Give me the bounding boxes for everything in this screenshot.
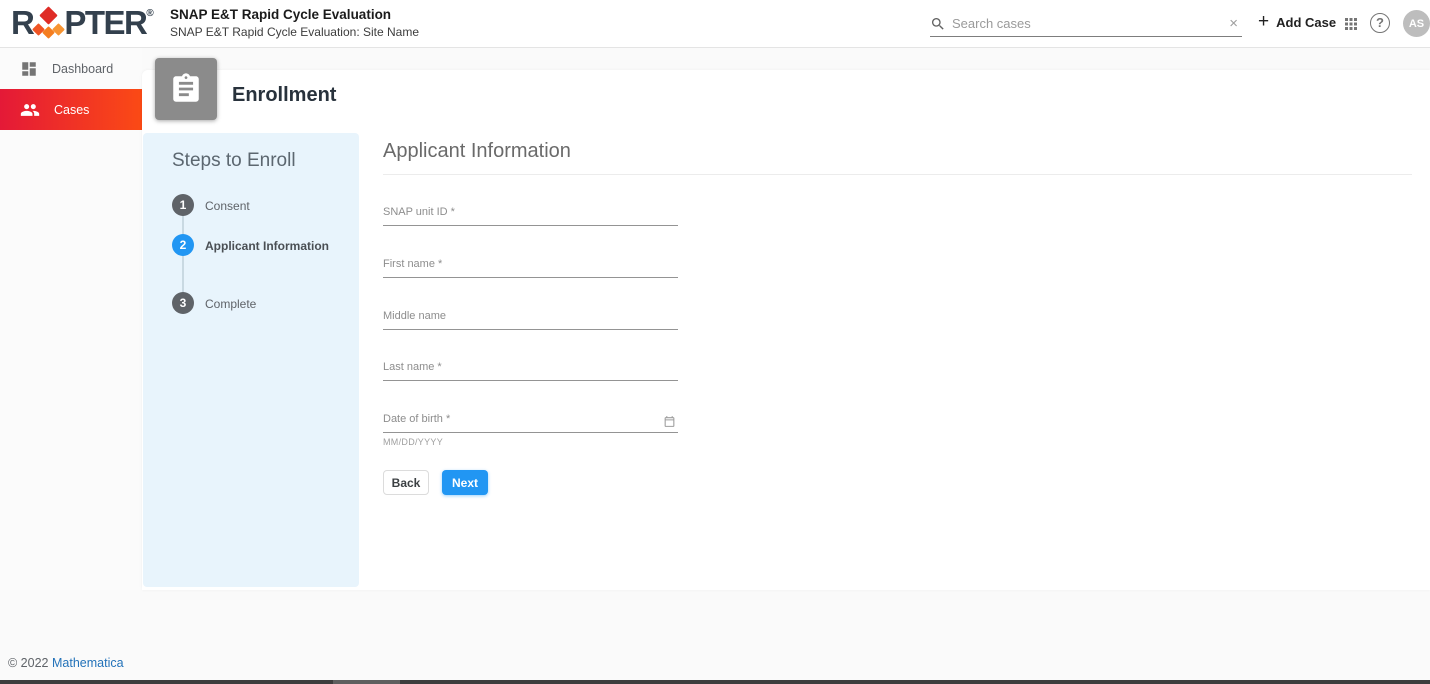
field-last-name: Last name * xyxy=(383,361,678,387)
sidebar-item-label: Cases xyxy=(54,102,90,117)
field-snap-unit-id: SNAP unit ID * xyxy=(383,206,678,232)
field-first-name: First name * xyxy=(383,258,678,284)
steps-panel-title: Steps to Enroll xyxy=(172,150,296,171)
copyright-text: © 2022 xyxy=(8,656,49,670)
search-input[interactable] xyxy=(952,16,1226,31)
step-circle-complete[interactable]: 3 xyxy=(172,292,194,314)
footer: © 2022 Mathematica xyxy=(8,656,124,670)
app-header: R PTER ® SNAP E&T Rapid Cycle Evaluation… xyxy=(0,0,1430,48)
logo-diamond-icon xyxy=(32,6,66,40)
date-format-helper: MM/DD/YYYY xyxy=(383,437,444,447)
rapter-logo[interactable]: R PTER ® xyxy=(11,6,154,40)
step-circle-consent[interactable]: 1 xyxy=(172,194,194,216)
add-case-label: Add Case xyxy=(1276,14,1337,30)
scrollbar-thumb[interactable] xyxy=(333,680,400,684)
next-button[interactable]: Next xyxy=(442,470,488,495)
page-title: Enrollment xyxy=(232,84,337,106)
sidebar: Dashboard Cases xyxy=(0,48,142,590)
registered-mark: ® xyxy=(146,8,154,19)
help-icon[interactable]: ? xyxy=(1370,13,1390,33)
step-label-applicant-information: Applicant Information xyxy=(205,239,329,253)
dashboard-icon xyxy=(22,61,36,76)
field-underline xyxy=(383,432,678,433)
horizontal-scrollbar[interactable] xyxy=(0,680,1430,684)
field-date-of-birth: Date of birth * xyxy=(383,413,678,439)
field-middle-name: Middle name xyxy=(383,310,678,336)
field-underline xyxy=(383,277,678,278)
add-case-button[interactable]: + Add Case xyxy=(1258,12,1336,32)
app-titles: SNAP E&T Rapid Cycle Evaluation SNAP E&T… xyxy=(170,7,419,39)
search-box: × xyxy=(930,11,1242,37)
logo-text-pter: PTER xyxy=(64,4,148,41)
sidebar-item-cases[interactable]: Cases xyxy=(0,89,142,130)
sidebar-item-dashboard[interactable]: Dashboard xyxy=(0,48,142,89)
avatar[interactable]: AS xyxy=(1403,10,1430,37)
form-section-title: Applicant Information xyxy=(383,140,571,162)
field-underline xyxy=(383,225,678,226)
back-button[interactable]: Back xyxy=(383,470,429,495)
calendar-icon[interactable] xyxy=(663,415,676,428)
section-divider xyxy=(383,174,1412,175)
logo-text-r: R xyxy=(11,4,35,41)
app-subtitle: SNAP E&T Rapid Cycle Evaluation: Site Na… xyxy=(170,25,420,39)
plus-icon: + xyxy=(1258,11,1270,32)
field-underline xyxy=(383,329,678,330)
step-circle-applicant-information[interactable]: 2 xyxy=(172,234,194,256)
field-underline xyxy=(383,380,678,381)
search-icon xyxy=(932,17,944,30)
clipboard-icon xyxy=(173,73,199,102)
mathematica-link[interactable]: Mathematica xyxy=(52,656,124,670)
people-icon xyxy=(20,103,40,116)
enrollment-icon-tile xyxy=(155,58,217,120)
step-label-consent: Consent xyxy=(205,199,250,213)
app-title: SNAP E&T Rapid Cycle Evaluation xyxy=(170,7,392,22)
search-clear-icon[interactable]: × xyxy=(1225,15,1242,32)
sidebar-item-label: Dashboard xyxy=(52,61,114,76)
apps-grid-icon[interactable] xyxy=(1342,15,1360,33)
step-label-complete: Complete xyxy=(205,297,257,311)
